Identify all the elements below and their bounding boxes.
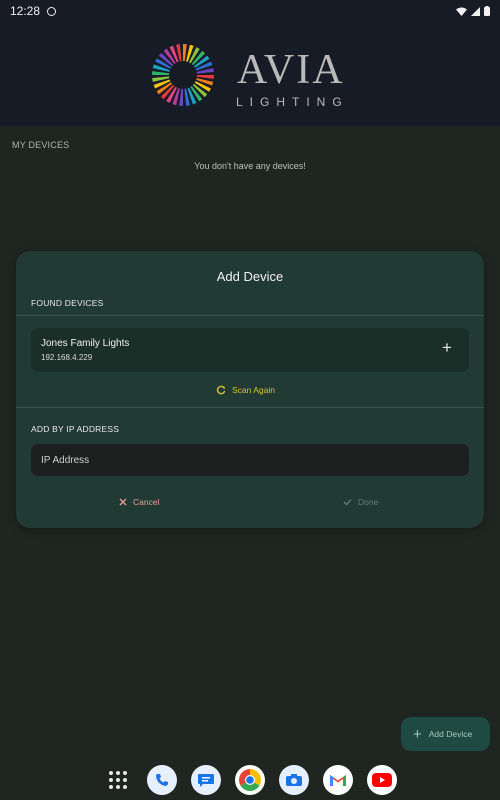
divider bbox=[16, 315, 484, 316]
camera-icon[interactable] bbox=[279, 765, 309, 795]
plus-icon: + bbox=[413, 725, 422, 743]
fab-label: Add Device bbox=[428, 729, 473, 739]
done-label: Done bbox=[358, 497, 379, 507]
avia-logo-icon bbox=[152, 44, 214, 106]
device-ip: 192.168.4.229 bbox=[41, 353, 93, 362]
apps-icon[interactable] bbox=[103, 765, 133, 795]
found-devices-heading: FOUND DEVICES bbox=[31, 298, 104, 308]
add-icon[interactable]: + bbox=[439, 339, 455, 356]
taskbar bbox=[0, 760, 500, 800]
scan-again-label: Scan Again bbox=[232, 385, 276, 395]
scan-again-button[interactable]: Scan Again bbox=[216, 382, 275, 398]
dialog-title: Add Device bbox=[216, 269, 284, 284]
logo-wedge bbox=[179, 88, 183, 106]
logo-wedge bbox=[196, 75, 214, 79]
notification-icon bbox=[47, 6, 57, 16]
youtube-icon[interactable] bbox=[367, 765, 397, 795]
app-header: AVIA LIGHTING bbox=[0, 22, 500, 126]
wifi-icon bbox=[456, 7, 467, 16]
logo-subtitle: LIGHTING bbox=[236, 95, 349, 109]
add-device-fab[interactable]: + Add Device bbox=[401, 717, 490, 751]
status-bar: 12:28 bbox=[0, 0, 500, 22]
messages-icon[interactable] bbox=[191, 765, 221, 795]
ip-address-input[interactable]: IP Address bbox=[31, 444, 469, 476]
found-device-item[interactable]: Jones Family Lights 192.168.4.229 + bbox=[31, 328, 469, 372]
device-name: Jones Family Lights bbox=[41, 338, 130, 349]
ip-address-placeholder: IP Address bbox=[41, 455, 90, 466]
chrome-icon[interactable] bbox=[235, 765, 265, 795]
logo-wedge bbox=[183, 44, 187, 62]
add-device-dialog: Add Device FOUND DEVICES Jones Family Li… bbox=[16, 251, 484, 528]
logo-title: AVIA bbox=[237, 47, 345, 93]
my-devices-heading: MY DEVICES bbox=[12, 140, 70, 150]
cancel-button[interactable]: Cancel bbox=[119, 497, 159, 507]
status-icons bbox=[456, 6, 490, 16]
empty-devices-message: You don't have any devices! bbox=[194, 161, 306, 171]
check-icon bbox=[343, 499, 352, 506]
phone-icon[interactable] bbox=[147, 765, 177, 795]
divider bbox=[16, 407, 484, 408]
close-icon bbox=[119, 498, 127, 506]
signal-icon bbox=[471, 6, 480, 16]
refresh-icon bbox=[216, 385, 226, 395]
gmail-icon[interactable] bbox=[323, 765, 353, 795]
cancel-label: Cancel bbox=[133, 497, 160, 507]
logo-wedge bbox=[152, 71, 170, 75]
ip-section-heading: ADD BY IP ADDRESS bbox=[31, 424, 120, 434]
done-button[interactable]: Done bbox=[343, 497, 378, 507]
status-time: 12:28 bbox=[10, 4, 41, 18]
battery-icon bbox=[484, 6, 490, 16]
